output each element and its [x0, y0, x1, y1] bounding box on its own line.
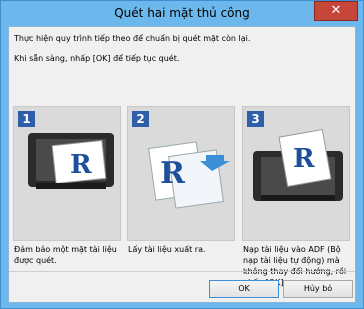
window-title: Quét hai mặt thủ công [114, 6, 250, 20]
step-2-badge: 2 [132, 111, 149, 127]
ok-button[interactable]: OK [209, 280, 279, 298]
svg-text:R: R [293, 144, 315, 174]
step-1-caption: Đảm bảo một mặt tài liệu được quét. [14, 245, 117, 265]
cancel-button[interactable]: Hủy bỏ [283, 280, 353, 298]
svg-text:R: R [70, 150, 92, 180]
step-3-badge: 3 [247, 111, 264, 127]
step-2-panel: R 2 [127, 106, 235, 241]
step-3-panel: R 3 [242, 106, 350, 241]
close-button[interactable]: ✕ [314, 1, 358, 21]
step-2-caption: Lấy tài liệu xuất ra. [128, 245, 206, 254]
instruction-line-1: Thực hiện quy trình tiếp theo để chuẩn b… [14, 34, 251, 43]
dialog-content: Thực hiện quy trình tiếp theo để chuẩn b… [8, 26, 356, 303]
step-1-badge: 1 [18, 111, 35, 127]
instruction-line-2: Khi sẵn sàng, nhấp [OK] để tiếp tục quét… [14, 54, 180, 63]
step-1-panel: R 1 [13, 106, 121, 241]
svg-text:R: R [160, 156, 186, 191]
dialog-window: Quét hai mặt thủ công ✕ Thực hiện quy tr… [0, 0, 364, 309]
button-divider [9, 271, 355, 272]
